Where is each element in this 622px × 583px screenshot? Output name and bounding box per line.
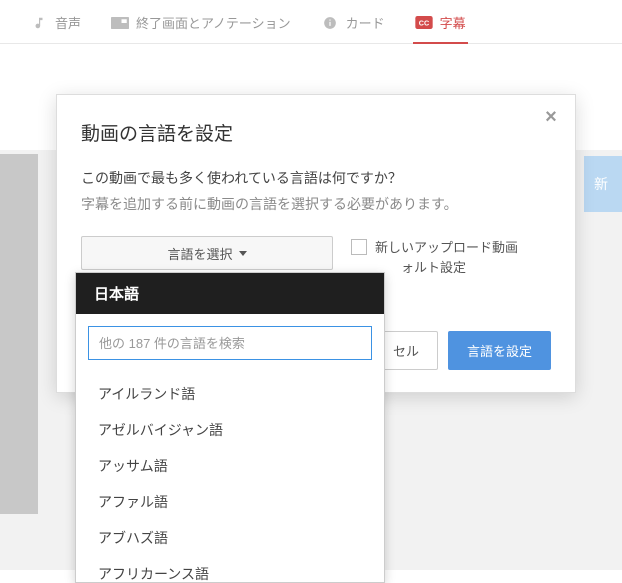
confirm-button[interactable]: 言語を設定 (448, 331, 551, 370)
right-action-label: 新 (594, 174, 608, 194)
language-option[interactable]: アフリカーンス語 (76, 556, 384, 582)
language-option[interactable]: アファル語 (76, 484, 384, 520)
tab-label: 字幕 (440, 13, 466, 32)
language-list[interactable]: アイルランド語 アゼルバイジャン語 アッサム語 アファル語 アブハズ語 アフリカ… (76, 372, 384, 582)
language-option[interactable]: アイルランド語 (76, 376, 384, 412)
language-search-input[interactable] (88, 326, 372, 360)
confirm-label: 言語を設定 (467, 344, 532, 359)
endscreen-icon (111, 16, 129, 30)
cc-icon: CC (415, 15, 433, 29)
chevron-down-icon (239, 251, 247, 256)
checkbox-icon[interactable] (351, 239, 367, 255)
tab-audio[interactable]: 音声 (28, 7, 83, 42)
tab-endscreen[interactable]: 終了画面とアノテーション (109, 7, 293, 42)
checkbox-label: 新しいアップロード動画 デフォルト設定 (375, 238, 518, 277)
tab-label: カード (346, 13, 385, 32)
video-thumbnail-sliver (0, 154, 38, 514)
dropdown-selected[interactable]: 日本語 (76, 273, 384, 314)
tab-bar: 音声 終了画面とアノテーション カード CC 字幕 (0, 0, 622, 44)
close-icon[interactable]: × (537, 103, 565, 131)
default-for-uploads-checkbox-row[interactable]: 新しいアップロード動画 デフォルト設定 (351, 236, 551, 277)
modal-question: この動画で最も多く使われている言語は何ですか？ (81, 168, 551, 188)
right-action-button-partial[interactable]: 新 (584, 156, 622, 212)
tab-label: 音声 (55, 13, 81, 32)
language-select-button[interactable]: 言語を選択 (81, 236, 333, 270)
language-option[interactable]: アゼルバイジャン語 (76, 412, 384, 448)
modal-title: 動画の言語を設定 (81, 119, 551, 146)
music-note-icon (30, 16, 48, 30)
info-circle-icon (321, 16, 339, 30)
language-dropdown: 日本語 アイルランド語 アゼルバイジャン語 アッサム語 アファル語 アブハズ語 … (75, 272, 385, 583)
modal-subtitle: 字幕を追加する前に動画の言語を選択する必要があります。 (81, 194, 551, 214)
svg-text:CC: CC (418, 18, 429, 27)
tab-cards[interactable]: カード (319, 7, 387, 42)
tab-label: 終了画面とアノテーション (136, 13, 291, 32)
language-option[interactable]: アッサム語 (76, 448, 384, 484)
select-label: 言語を選択 (167, 244, 232, 263)
tab-captions[interactable]: CC 字幕 (413, 7, 468, 44)
language-option[interactable]: アブハズ語 (76, 520, 384, 556)
cancel-label: セル (393, 344, 419, 359)
